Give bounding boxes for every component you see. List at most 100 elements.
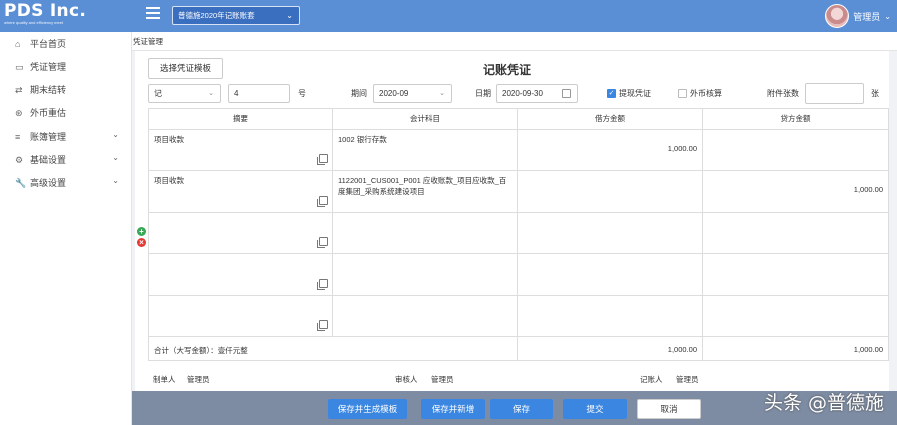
avatar	[825, 4, 850, 28]
main-area: 凭证管理 选择凭证模板 记账凭证 记 ⌄ 4 号 期间 2020-09 ⌄ 日期 2…	[132, 32, 897, 425]
debit-cell[interactable]: 1,000.00	[517, 128, 703, 172]
calendar-icon	[562, 89, 571, 98]
transfer-icon: ⇄	[15, 85, 23, 96]
copy-icon[interactable]	[317, 319, 328, 331]
account-cell[interactable]	[332, 211, 518, 255]
debit-cell[interactable]	[517, 253, 703, 296]
sidebar-item-voucher[interactable]: ▭ 凭证管理	[0, 56, 131, 79]
date-label: 日期	[475, 89, 491, 98]
show-voucher-label: 提现凭证	[619, 89, 651, 98]
foreign-currency-label: 外币核算	[690, 89, 722, 98]
date-value: 2020-09-30	[502, 89, 543, 98]
chevron-down-icon: ⌄	[112, 129, 119, 139]
auditor-value: 管理员	[431, 375, 454, 384]
copy-icon[interactable]	[317, 278, 328, 290]
credit-cell[interactable]	[702, 253, 889, 296]
account-cell[interactable]	[332, 253, 518, 296]
summary-cell[interactable]	[148, 294, 333, 337]
copy-icon[interactable]	[317, 237, 328, 249]
date-input[interactable]: 2020-09-30	[496, 84, 578, 103]
summary-cell[interactable]: 项目收款	[148, 170, 333, 213]
sidebar-item-label: 基础设置	[30, 154, 67, 165]
credit-cell[interactable]: 1,000.00	[702, 170, 889, 213]
breadcrumb: 凭证管理	[132, 32, 897, 51]
account-cell[interactable]: 1002 银行存款	[332, 128, 518, 172]
menu-icon[interactable]	[146, 7, 160, 19]
page-title: 记账凭证	[483, 63, 532, 77]
watermark: 头条 @普德施	[763, 392, 884, 414]
attachment-label: 附件张数	[767, 89, 799, 98]
logo-tagline: where quality and efficiency meet	[4, 20, 64, 25]
currency-icon: ⊛	[15, 108, 23, 119]
user-menu[interactable]: 管理员 ⌄	[825, 4, 891, 28]
total-debit: 1,000.00	[517, 335, 703, 361]
sidebar-item-label: 凭证管理	[30, 61, 67, 72]
voucher-table: 摘要 会计科目 借方金额 贷方金额 项目收款 1002 银行存款 1,000.0…	[148, 108, 889, 361]
credit-cell[interactable]	[702, 128, 889, 172]
copy-icon[interactable]	[317, 154, 328, 166]
voucher-number-input[interactable]: 4	[228, 84, 290, 103]
period-value: 2020-09	[379, 89, 409, 98]
table-row	[148, 211, 889, 255]
chevron-down-icon: ⌄	[286, 11, 293, 20]
account-select[interactable]: 普德施2020年记账账套 ⌄	[172, 6, 300, 25]
save-button[interactable]: 保存	[490, 399, 553, 419]
user-name: 管理员	[853, 11, 881, 22]
summary-cell[interactable]: 项目收款	[148, 128, 333, 172]
sidebar-item-advanced[interactable]: 🔧 高级设置 ⌄	[0, 172, 131, 195]
select-template-button[interactable]: 选择凭证模板	[148, 58, 223, 79]
sidebar: ⌂ 平台首页 ▭ 凭证管理 ⇄ 期末结转 ⊛ 外币重估 ≡ 账簿管理 ⌄ ⚙ 基础设置 ⌄ 🔧 高…	[0, 32, 132, 425]
ledger-icon: ≡	[15, 131, 21, 142]
sidebar-item-home[interactable]: ⌂ 平台首页	[0, 33, 131, 56]
voucher-icon: ▭	[15, 61, 24, 72]
sidebar-item-label: 外币重估	[30, 108, 67, 119]
column-header: 会计科目	[332, 108, 518, 130]
delete-row-icon[interactable]: ×	[137, 238, 146, 247]
auditor-label: 审核人	[395, 375, 418, 384]
sidebar-item-label: 账簿管理	[30, 131, 67, 142]
debit-cell[interactable]	[517, 294, 703, 337]
add-row-icon[interactable]: +	[137, 227, 146, 236]
sidebar-item-label: 平台首页	[30, 38, 67, 49]
gear-icon: ⚙	[15, 154, 24, 165]
submit-button[interactable]: 提交	[563, 399, 627, 419]
sidebar-item-label: 高级设置	[30, 178, 67, 189]
total-label: 合计（大写金额）：壹仟元整	[148, 335, 518, 361]
wrench-icon: 🔧	[15, 178, 27, 189]
voucher-type-select[interactable]: 记 ⌄	[148, 84, 221, 103]
account-cell[interactable]	[332, 294, 518, 337]
credit-cell[interactable]	[702, 294, 889, 337]
account-select-value: 普德施2020年记账账套	[178, 11, 255, 20]
chevron-down-icon: ⌄	[884, 11, 891, 21]
sidebar-item-period-end[interactable]: ⇄ 期末结转	[0, 79, 131, 102]
voucher-type-value: 记	[154, 89, 162, 98]
show-voucher-checkbox[interactable]: ✓	[607, 89, 616, 98]
summary-cell[interactable]	[148, 211, 333, 255]
total-row: 合计（大写金额）：壹仟元整 1,000.00 1,000.00	[148, 335, 889, 361]
foreign-currency-checkbox[interactable]	[678, 89, 687, 98]
copy-icon[interactable]	[317, 195, 328, 207]
sidebar-item-label: 期末结转	[30, 85, 67, 96]
period-select[interactable]: 2020-09 ⌄	[373, 84, 452, 103]
total-credit: 1,000.00	[702, 335, 889, 361]
account-cell[interactable]: 1122001_CUS001_P001 应收账款_项目应收款_百度集团_采购系统…	[332, 170, 518, 213]
voucher-number-suffix: 号	[298, 89, 306, 98]
summary-cell[interactable]	[148, 253, 333, 296]
save-new-button[interactable]: 保存并新增	[421, 399, 485, 419]
credit-cell[interactable]	[702, 211, 889, 255]
debit-cell[interactable]	[517, 211, 703, 255]
attachment-suffix: 张	[871, 89, 879, 98]
column-header: 摘要	[148, 108, 333, 130]
attachment-count-input[interactable]	[805, 83, 864, 104]
chevron-down-icon: ⌄	[112, 152, 119, 162]
save-template-button[interactable]: 保存并生成模板	[328, 399, 407, 419]
table-row: 项目收款 1122001_CUS001_P001 应收账款_项目应收款_百度集团…	[148, 170, 889, 213]
chevron-down-icon: ⌄	[208, 90, 214, 97]
table-row	[148, 294, 889, 337]
logo[interactable]: PDS Inc. where quality and efficiency me…	[4, 2, 124, 25]
period-label: 期间	[351, 89, 367, 98]
cancel-button[interactable]: 取消	[637, 399, 701, 419]
debit-cell[interactable]	[517, 170, 703, 213]
column-header: 借方金额	[517, 108, 703, 130]
chevron-down-icon: ⌄	[112, 176, 119, 186]
